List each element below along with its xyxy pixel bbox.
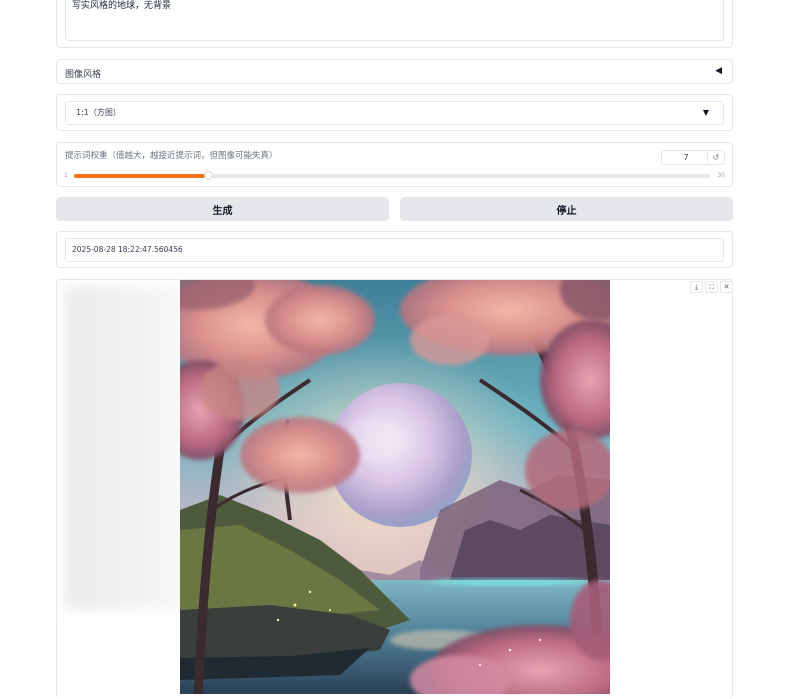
- guidance-value[interactable]: 7: [662, 151, 710, 164]
- slider-min-label: 1: [64, 172, 68, 179]
- image-blur-background: [65, 286, 189, 610]
- guidance-slider-block: 提示词权重（值越大，越接近提示词，但图像可能失真） 7 ↺ 1 30: [56, 142, 733, 187]
- stop-button[interactable]: 停止: [400, 197, 733, 221]
- generated-image[interactable]: [180, 280, 610, 694]
- prompt-textarea[interactable]: 写实风格的地球，无背景: [65, 0, 724, 41]
- guidance-number-input[interactable]: 7 ↺: [661, 150, 725, 165]
- fullscreen-icon[interactable]: ⛶: [705, 281, 718, 293]
- image-output: ⤓ ⛶ ✕: [56, 279, 733, 699]
- aspect-ratio-value: 1:1（方图）: [76, 108, 121, 117]
- guidance-slider[interactable]: [74, 171, 710, 180]
- timestamp-block: 2025-08-28 18:22:47.560456: [56, 231, 733, 268]
- slider-thumb[interactable]: [203, 171, 213, 180]
- dropdown-arrow-icon: ▼: [702, 108, 709, 117]
- aspect-ratio-block: 1:1（方图） ▼: [56, 94, 733, 131]
- download-icon[interactable]: ⤓: [690, 281, 703, 293]
- style-accordion-label: 图像风格: [65, 70, 102, 80]
- close-icon[interactable]: ✕: [720, 281, 733, 293]
- guidance-label: 提示词权重（值越大，越接近提示词，但图像可能失真）: [65, 151, 278, 161]
- style-accordion[interactable]: 图像风格 ◀: [56, 59, 733, 84]
- triangle-left-icon[interactable]: ◀: [715, 66, 722, 76]
- prompt-block: 写实风格的地球，无背景: [56, 0, 733, 48]
- timestamp-field[interactable]: 2025-08-28 18:22:47.560456: [65, 238, 724, 262]
- slider-max-label: 30: [717, 172, 725, 179]
- slider-fill: [74, 174, 208, 178]
- generate-button[interactable]: 生成: [56, 197, 389, 221]
- reset-icon[interactable]: ↺: [707, 151, 724, 164]
- aspect-ratio-select[interactable]: 1:1（方图） ▼: [65, 101, 724, 125]
